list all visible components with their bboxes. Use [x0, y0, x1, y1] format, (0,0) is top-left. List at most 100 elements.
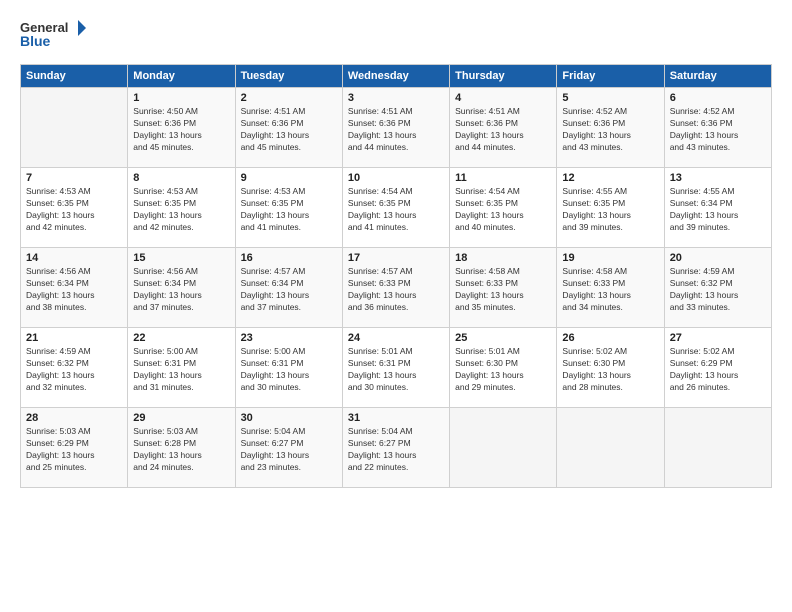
day-number: 4: [455, 92, 551, 104]
week-row-5: 28 Sunrise: 5:03 AMSunset: 6:29 PMDayligh…: [21, 408, 772, 488]
day-info: Sunrise: 4:59 AMSunset: 6:32 PMDaylight:…: [26, 346, 122, 394]
day-info: Sunrise: 4:54 AMSunset: 6:35 PMDaylight:…: [455, 186, 551, 234]
day-info: Sunrise: 4:52 AMSunset: 6:36 PMDaylight:…: [670, 106, 766, 154]
week-row-1: 1 Sunrise: 4:50 AMSunset: 6:36 PMDaylight…: [21, 88, 772, 168]
day-info: Sunrise: 5:03 AMSunset: 6:29 PMDaylight:…: [26, 426, 122, 474]
day-info: Sunrise: 4:53 AMSunset: 6:35 PMDaylight:…: [241, 186, 337, 234]
day-number: 27: [670, 332, 766, 344]
day-cell: [450, 408, 557, 488]
weekday-header-monday: Monday: [128, 65, 235, 88]
day-cell: 23 Sunrise: 5:00 AMSunset: 6:31 PMDayligh…: [235, 328, 342, 408]
logo-svg: General Blue: [20, 16, 90, 56]
day-number: 20: [670, 252, 766, 264]
day-cell: 30Sunrise: 5:04 AMSunset: 6:27 PMDayligh…: [235, 408, 342, 488]
day-number: 13: [670, 172, 766, 184]
day-number: 9: [241, 172, 337, 184]
day-info: Sunrise: 4:52 AMSunset: 6:36 PMDaylight:…: [562, 106, 658, 154]
day-info: Sunrise: 4:58 AMSunset: 6:33 PMDaylight:…: [562, 266, 658, 314]
header: General Blue: [20, 16, 772, 56]
day-info: Sunrise: 5:01 AMSunset: 6:30 PMDaylight:…: [455, 346, 551, 394]
day-cell: 25 Sunrise: 5:01 AMSunset: 6:30 PMDayligh…: [450, 328, 557, 408]
day-cell: 2 Sunrise: 4:51 AMSunset: 6:36 PMDaylight…: [235, 88, 342, 168]
day-info: Sunrise: 4:55 AMSunset: 6:34 PMDaylight:…: [670, 186, 766, 234]
day-number: 1: [133, 92, 229, 104]
week-row-3: 14 Sunrise: 4:56 AMSunset: 6:34 PMDayligh…: [21, 248, 772, 328]
day-cell: 27Sunrise: 5:02 AMSunset: 6:29 PMDayligh…: [664, 328, 771, 408]
day-number: 19: [562, 252, 658, 264]
day-info: Sunrise: 4:56 AMSunset: 6:34 PMDaylight:…: [26, 266, 122, 314]
day-cell: 12Sunrise: 4:55 AMSunset: 6:35 PMDayligh…: [557, 168, 664, 248]
day-info: Sunrise: 4:51 AMSunset: 6:36 PMDaylight:…: [241, 106, 337, 154]
day-number: 14: [26, 252, 122, 264]
day-cell: 31 Sunrise: 5:04 AMSunset: 6:27 PMDayligh…: [342, 408, 449, 488]
week-row-4: 21 Sunrise: 4:59 AMSunset: 6:32 PMDayligh…: [21, 328, 772, 408]
day-cell: 14 Sunrise: 4:56 AMSunset: 6:34 PMDayligh…: [21, 248, 128, 328]
day-info: Sunrise: 4:57 AMSunset: 6:33 PMDaylight:…: [348, 266, 444, 314]
day-number: 10: [348, 172, 444, 184]
logo: General Blue: [20, 16, 90, 56]
day-cell: 22 Sunrise: 5:00 AMSunset: 6:31 PMDayligh…: [128, 328, 235, 408]
day-cell: 24 Sunrise: 5:01 AMSunset: 6:31 PMDayligh…: [342, 328, 449, 408]
day-info: Sunrise: 5:03 AMSunset: 6:28 PMDaylight:…: [133, 426, 229, 474]
day-number: 30: [241, 412, 337, 424]
day-info: Sunrise: 4:53 AMSunset: 6:35 PMDaylight:…: [133, 186, 229, 234]
day-info: Sunrise: 4:58 AMSunset: 6:33 PMDaylight:…: [455, 266, 551, 314]
day-cell: 28 Sunrise: 5:03 AMSunset: 6:29 PMDayligh…: [21, 408, 128, 488]
day-cell: 11 Sunrise: 4:54 AMSunset: 6:35 PMDayligh…: [450, 168, 557, 248]
weekday-header-row: SundayMondayTuesdayWednesdayThursdayFrid…: [21, 65, 772, 88]
day-info: Sunrise: 4:54 AMSunset: 6:35 PMDaylight:…: [348, 186, 444, 234]
day-number: 3: [348, 92, 444, 104]
day-number: 28: [26, 412, 122, 424]
day-cell: 8 Sunrise: 4:53 AMSunset: 6:35 PMDaylight…: [128, 168, 235, 248]
weekday-header-sunday: Sunday: [21, 65, 128, 88]
day-number: 26: [562, 332, 658, 344]
day-number: 25: [455, 332, 551, 344]
day-number: 22: [133, 332, 229, 344]
day-info: Sunrise: 4:51 AMSunset: 6:36 PMDaylight:…: [348, 106, 444, 154]
day-cell: 13 Sunrise: 4:55 AMSunset: 6:34 PMDayligh…: [664, 168, 771, 248]
day-info: Sunrise: 4:50 AMSunset: 6:36 PMDaylight:…: [133, 106, 229, 154]
day-cell: 9 Sunrise: 4:53 AMSunset: 6:35 PMDaylight…: [235, 168, 342, 248]
day-cell: 6 Sunrise: 4:52 AMSunset: 6:36 PMDaylight…: [664, 88, 771, 168]
day-number: 2: [241, 92, 337, 104]
weekday-header-saturday: Saturday: [664, 65, 771, 88]
day-cell: 10 Sunrise: 4:54 AMSunset: 6:35 PMDayligh…: [342, 168, 449, 248]
day-info: Sunrise: 5:01 AMSunset: 6:31 PMDaylight:…: [348, 346, 444, 394]
day-cell: 29Sunrise: 5:03 AMSunset: 6:28 PMDayligh…: [128, 408, 235, 488]
weekday-header-tuesday: Tuesday: [235, 65, 342, 88]
day-info: Sunrise: 4:51 AMSunset: 6:36 PMDaylight:…: [455, 106, 551, 154]
day-number: 23: [241, 332, 337, 344]
day-number: 11: [455, 172, 551, 184]
day-cell: 16Sunrise: 4:57 AMSunset: 6:34 PMDayligh…: [235, 248, 342, 328]
day-info: Sunrise: 4:53 AMSunset: 6:35 PMDaylight:…: [26, 186, 122, 234]
day-cell: 17Sunrise: 4:57 AMSunset: 6:33 PMDayligh…: [342, 248, 449, 328]
day-cell: 4 Sunrise: 4:51 AMSunset: 6:36 PMDaylight…: [450, 88, 557, 168]
day-cell: 18 Sunrise: 4:58 AMSunset: 6:33 PMDayligh…: [450, 248, 557, 328]
day-number: 21: [26, 332, 122, 344]
day-cell: 19 Sunrise: 4:58 AMSunset: 6:33 PMDayligh…: [557, 248, 664, 328]
day-number: 6: [670, 92, 766, 104]
day-cell: 20Sunrise: 4:59 AMSunset: 6:32 PMDayligh…: [664, 248, 771, 328]
calendar-table: SundayMondayTuesdayWednesdayThursdayFrid…: [20, 64, 772, 488]
day-cell: 7 Sunrise: 4:53 AMSunset: 6:35 PMDaylight…: [21, 168, 128, 248]
day-number: 18: [455, 252, 551, 264]
day-cell: 21 Sunrise: 4:59 AMSunset: 6:32 PMDayligh…: [21, 328, 128, 408]
day-cell: 3 Sunrise: 4:51 AMSunset: 6:36 PMDaylight…: [342, 88, 449, 168]
day-number: 8: [133, 172, 229, 184]
day-number: 31: [348, 412, 444, 424]
day-cell: [557, 408, 664, 488]
day-cell: 15Sunrise: 4:56 AMSunset: 6:34 PMDayligh…: [128, 248, 235, 328]
day-info: Sunrise: 4:55 AMSunset: 6:35 PMDaylight:…: [562, 186, 658, 234]
day-number: 7: [26, 172, 122, 184]
day-info: Sunrise: 5:04 AMSunset: 6:27 PMDaylight:…: [348, 426, 444, 474]
day-info: Sunrise: 5:00 AMSunset: 6:31 PMDaylight:…: [133, 346, 229, 394]
week-row-2: 7 Sunrise: 4:53 AMSunset: 6:35 PMDaylight…: [21, 168, 772, 248]
svg-text:Blue: Blue: [20, 33, 51, 49]
day-info: Sunrise: 5:02 AMSunset: 6:30 PMDaylight:…: [562, 346, 658, 394]
day-number: 24: [348, 332, 444, 344]
day-cell: [664, 408, 771, 488]
weekday-header-thursday: Thursday: [450, 65, 557, 88]
day-cell: [21, 88, 128, 168]
weekday-header-wednesday: Wednesday: [342, 65, 449, 88]
day-info: Sunrise: 5:00 AMSunset: 6:31 PMDaylight:…: [241, 346, 337, 394]
